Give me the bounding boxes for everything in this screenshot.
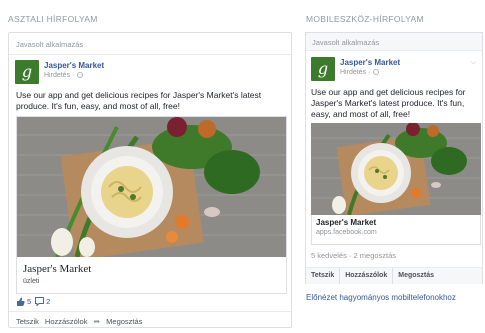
page-row-mobile: g Jasper's Market Hirdetés ·: [311, 57, 400, 81]
mobile-feed-title: MOBILESZKÖZ-HÍRFOLYAM: [306, 14, 424, 24]
globe-icon: [373, 69, 380, 75]
reaction-counts[interactable]: 5 2: [16, 297, 50, 306]
caption-subtitle: üzleti: [23, 278, 40, 285]
sponsored-text: Hirdetés ·: [44, 72, 75, 79]
page-logo-mobile[interactable]: g: [311, 57, 335, 81]
caption-url-mobile: apps.facebook.com: [316, 229, 377, 236]
sponsored-label: Hirdetés ·: [44, 72, 104, 79]
ad-caption-mobile[interactable]: Jasper's Market apps.facebook.com: [311, 215, 481, 245]
page-name-link[interactable]: Jasper's Market: [44, 61, 104, 70]
desktop-feed-title: ASZTALI HÍRFOLYAM: [8, 14, 98, 24]
like-count: 5: [27, 297, 32, 306]
ad-image[interactable]: [17, 117, 286, 257]
globe-icon: [77, 72, 84, 78]
caption-title-mobile: Jasper's Market: [316, 218, 377, 227]
feature-phone-preview-link[interactable]: Előnézet hagyományos mobiltelefonokhoz: [306, 293, 456, 302]
action-bar: Tetszik Hozzászólok ➦ Megosztás: [9, 311, 291, 327]
desktop-ad-preview: Javasolt alkalmazás g Jasper's Market Hi…: [8, 32, 292, 328]
action-bar-mobile: Tetszik Hozzászólok Megosztás: [306, 267, 482, 284]
engagement-stats-mobile[interactable]: 5 kedvelés · 2 megosztás: [311, 251, 396, 260]
comment-icon: [35, 297, 45, 306]
like-action[interactable]: Tetszik: [16, 317, 39, 326]
comment-action[interactable]: Hozzászólok: [45, 317, 88, 326]
ad-media[interactable]: Jasper's Market üzleti: [16, 116, 287, 294]
page-name-link-mobile[interactable]: Jasper's Market: [340, 58, 400, 67]
page-row: g Jasper's Market Hirdetés ·: [15, 60, 104, 84]
ad-image-mobile[interactable]: [311, 123, 481, 215]
share-action[interactable]: Megosztás: [106, 317, 142, 326]
ad-body-text-mobile: Use our app and get delicious recipes fo…: [311, 87, 466, 119]
comment-count: 2: [46, 297, 51, 306]
ad-caption[interactable]: Jasper's Market üzleti: [17, 257, 286, 293]
suggested-app-header-mobile: Javasolt alkalmazás: [306, 33, 482, 51]
page-meta: Jasper's Market Hirdetés ·: [44, 60, 104, 84]
page-meta-mobile: Jasper's Market Hirdetés ·: [340, 57, 400, 81]
chevron-down-icon[interactable]: ⌵: [471, 59, 476, 67]
suggested-app-header: Javasolt alkalmazás: [9, 33, 291, 55]
share-arrow-icon: ➦: [93, 317, 101, 326]
like-action-mobile[interactable]: Tetszik: [306, 268, 341, 284]
sponsored-text-mobile: Hirdetés ·: [340, 69, 371, 76]
comment-action-mobile[interactable]: Hozzászólok: [340, 268, 394, 284]
share-action-mobile[interactable]: Megosztás: [393, 268, 439, 284]
mobile-ad-preview: Javasolt alkalmazás g Jasper's Market Hi…: [305, 32, 483, 284]
ad-body-text: Use our app and get delicious recipes fo…: [16, 90, 262, 111]
page-logo[interactable]: g: [15, 60, 39, 84]
sponsored-label-mobile: Hirdetés ·: [340, 69, 400, 76]
thumbs-up-icon: [17, 297, 25, 306]
caption-title: Jasper's Market: [23, 263, 92, 275]
